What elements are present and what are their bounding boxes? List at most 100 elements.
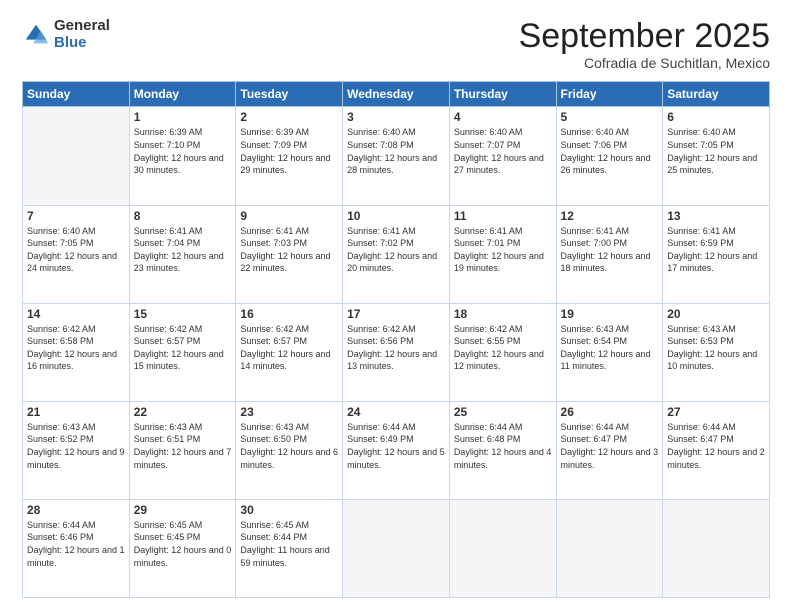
day-number: 14 <box>27 307 125 321</box>
day-header-wednesday: Wednesday <box>343 82 450 107</box>
day-info: Sunrise: 6:43 AMSunset: 6:54 PMDaylight:… <box>561 323 659 373</box>
calendar-cell: 7 Sunrise: 6:40 AMSunset: 7:05 PMDaylight… <box>23 205 130 303</box>
day-number: 24 <box>347 405 445 419</box>
month-title: September 2025 <box>519 18 770 55</box>
day-number: 12 <box>561 209 659 223</box>
day-number: 23 <box>240 405 338 419</box>
day-number: 21 <box>27 405 125 419</box>
logo-icon <box>22 21 50 49</box>
day-info: Sunrise: 6:42 AMSunset: 6:58 PMDaylight:… <box>27 323 125 373</box>
calendar-cell: 26 Sunrise: 6:44 AMSunset: 6:47 PMDayligh… <box>556 401 663 499</box>
calendar-cell: 18Sunrise: 6:42 AMSunset: 6:55 PMDayligh… <box>449 303 556 401</box>
day-info: Sunrise: 6:41 AMSunset: 7:04 PMDaylight:… <box>134 225 232 275</box>
day-info: Sunrise: 6:45 AMSunset: 6:45 PMDaylight:… <box>134 519 232 569</box>
calendar-cell: 21 Sunrise: 6:43 AMSunset: 6:52 PMDayligh… <box>23 401 130 499</box>
logo-blue: Blue <box>54 35 110 52</box>
calendar-cell <box>663 499 770 597</box>
week-row-2: 14 Sunrise: 6:42 AMSunset: 6:58 PMDayligh… <box>23 303 770 401</box>
day-number: 16 <box>240 307 338 321</box>
logo: General Blue <box>22 18 110 51</box>
calendar-cell: 19 Sunrise: 6:43 AMSunset: 6:54 PMDayligh… <box>556 303 663 401</box>
calendar-body: 1 Sunrise: 6:39 AMSunset: 7:10 PMDaylight… <box>23 107 770 598</box>
calendar-cell: 1 Sunrise: 6:39 AMSunset: 7:10 PMDaylight… <box>129 107 236 205</box>
calendar-cell: 12 Sunrise: 6:41 AMSunset: 7:00 PMDayligh… <box>556 205 663 303</box>
calendar-cell: 6 Sunrise: 6:40 AMSunset: 7:05 PMDaylight… <box>663 107 770 205</box>
calendar-cell: 24 Sunrise: 6:44 AMSunset: 6:49 PMDayligh… <box>343 401 450 499</box>
calendar-cell: 10 Sunrise: 6:41 AMSunset: 7:02 PMDayligh… <box>343 205 450 303</box>
day-header-saturday: Saturday <box>663 82 770 107</box>
day-info: Sunrise: 6:41 AMSunset: 6:59 PMDaylight:… <box>667 225 765 275</box>
calendar-header: SundayMondayTuesdayWednesdayThursdayFrid… <box>23 82 770 107</box>
calendar-cell: 27 Sunrise: 6:44 AMSunset: 6:47 PMDayligh… <box>663 401 770 499</box>
day-number: 20 <box>667 307 765 321</box>
day-info: Sunrise: 6:44 AMSunset: 6:47 PMDaylight:… <box>561 421 659 471</box>
day-info: Sunrise: 6:41 AMSunset: 7:01 PMDaylight:… <box>454 225 552 275</box>
calendar-cell: 23Sunrise: 6:43 AMSunset: 6:50 PMDayligh… <box>236 401 343 499</box>
day-info: Sunrise: 6:40 AMSunset: 7:05 PMDaylight:… <box>667 126 765 176</box>
day-number: 5 <box>561 110 659 124</box>
calendar-cell: 16 Sunrise: 6:42 AMSunset: 6:57 PMDayligh… <box>236 303 343 401</box>
calendar-cell: 25 Sunrise: 6:44 AMSunset: 6:48 PMDayligh… <box>449 401 556 499</box>
day-header-thursday: Thursday <box>449 82 556 107</box>
day-number: 11 <box>454 209 552 223</box>
week-row-3: 21 Sunrise: 6:43 AMSunset: 6:52 PMDayligh… <box>23 401 770 499</box>
day-number: 29 <box>134 503 232 517</box>
day-header-monday: Monday <box>129 82 236 107</box>
calendar-cell <box>343 499 450 597</box>
day-number: 13 <box>667 209 765 223</box>
calendar-cell: 2Sunrise: 6:39 AMSunset: 7:09 PMDaylight… <box>236 107 343 205</box>
day-info: Sunrise: 6:44 AMSunset: 6:48 PMDaylight:… <box>454 421 552 471</box>
logo-text: General Blue <box>54 18 110 51</box>
calendar-cell <box>556 499 663 597</box>
day-number: 10 <box>347 209 445 223</box>
day-info: Sunrise: 6:42 AMSunset: 6:57 PMDaylight:… <box>134 323 232 373</box>
week-row-1: 7 Sunrise: 6:40 AMSunset: 7:05 PMDaylight… <box>23 205 770 303</box>
day-info: Sunrise: 6:44 AMSunset: 6:47 PMDaylight:… <box>667 421 765 471</box>
day-info: Sunrise: 6:41 AMSunset: 7:03 PMDaylight:… <box>240 225 338 275</box>
day-info: Sunrise: 6:41 AMSunset: 7:02 PMDaylight:… <box>347 225 445 275</box>
location-subtitle: Cofradia de Suchitlan, Mexico <box>519 55 770 71</box>
day-number: 7 <box>27 209 125 223</box>
calendar-cell: 17Sunrise: 6:42 AMSunset: 6:56 PMDayligh… <box>343 303 450 401</box>
calendar-cell: 4Sunrise: 6:40 AMSunset: 7:07 PMDaylight… <box>449 107 556 205</box>
day-number: 1 <box>134 110 232 124</box>
day-info: Sunrise: 6:43 AMSunset: 6:52 PMDaylight:… <box>27 421 125 471</box>
day-info: Sunrise: 6:44 AMSunset: 6:49 PMDaylight:… <box>347 421 445 471</box>
day-info: Sunrise: 6:39 AMSunset: 7:09 PMDaylight:… <box>240 126 338 176</box>
day-number: 8 <box>134 209 232 223</box>
day-info: Sunrise: 6:41 AMSunset: 7:00 PMDaylight:… <box>561 225 659 275</box>
calendar-cell: 29 Sunrise: 6:45 AMSunset: 6:45 PMDayligh… <box>129 499 236 597</box>
day-info: Sunrise: 6:43 AMSunset: 6:51 PMDaylight:… <box>134 421 232 471</box>
calendar-cell: 14 Sunrise: 6:42 AMSunset: 6:58 PMDayligh… <box>23 303 130 401</box>
day-header-friday: Friday <box>556 82 663 107</box>
day-info: Sunrise: 6:45 AMSunset: 6:44 PMDaylight:… <box>240 519 338 569</box>
day-info: Sunrise: 6:40 AMSunset: 7:05 PMDaylight:… <box>27 225 125 275</box>
day-header-tuesday: Tuesday <box>236 82 343 107</box>
day-number: 27 <box>667 405 765 419</box>
day-number: 19 <box>561 307 659 321</box>
logo-general: General <box>54 18 110 35</box>
day-info: Sunrise: 6:39 AMSunset: 7:10 PMDaylight:… <box>134 126 232 176</box>
calendar-cell <box>449 499 556 597</box>
day-number: 30 <box>240 503 338 517</box>
calendar-cell: 13 Sunrise: 6:41 AMSunset: 6:59 PMDayligh… <box>663 205 770 303</box>
day-number: 6 <box>667 110 765 124</box>
day-info: Sunrise: 6:43 AMSunset: 6:53 PMDaylight:… <box>667 323 765 373</box>
calendar-cell: 8 Sunrise: 6:41 AMSunset: 7:04 PMDaylight… <box>129 205 236 303</box>
day-number: 18 <box>454 307 552 321</box>
day-number: 25 <box>454 405 552 419</box>
calendar: SundayMondayTuesdayWednesdayThursdayFrid… <box>22 81 770 598</box>
day-number: 4 <box>454 110 552 124</box>
title-block: September 2025 Cofradia de Suchitlan, Me… <box>519 18 770 71</box>
week-row-0: 1 Sunrise: 6:39 AMSunset: 7:10 PMDaylight… <box>23 107 770 205</box>
calendar-cell: 28Sunrise: 6:44 AMSunset: 6:46 PMDayligh… <box>23 499 130 597</box>
week-row-4: 28Sunrise: 6:44 AMSunset: 6:46 PMDayligh… <box>23 499 770 597</box>
day-info: Sunrise: 6:42 AMSunset: 6:57 PMDaylight:… <box>240 323 338 373</box>
calendar-cell: 11 Sunrise: 6:41 AMSunset: 7:01 PMDayligh… <box>449 205 556 303</box>
day-number: 26 <box>561 405 659 419</box>
day-number: 22 <box>134 405 232 419</box>
day-number: 3 <box>347 110 445 124</box>
day-number: 28 <box>27 503 125 517</box>
calendar-cell: 5Sunrise: 6:40 AMSunset: 7:06 PMDaylight… <box>556 107 663 205</box>
header: General Blue September 2025 Cofradia de … <box>22 18 770 71</box>
